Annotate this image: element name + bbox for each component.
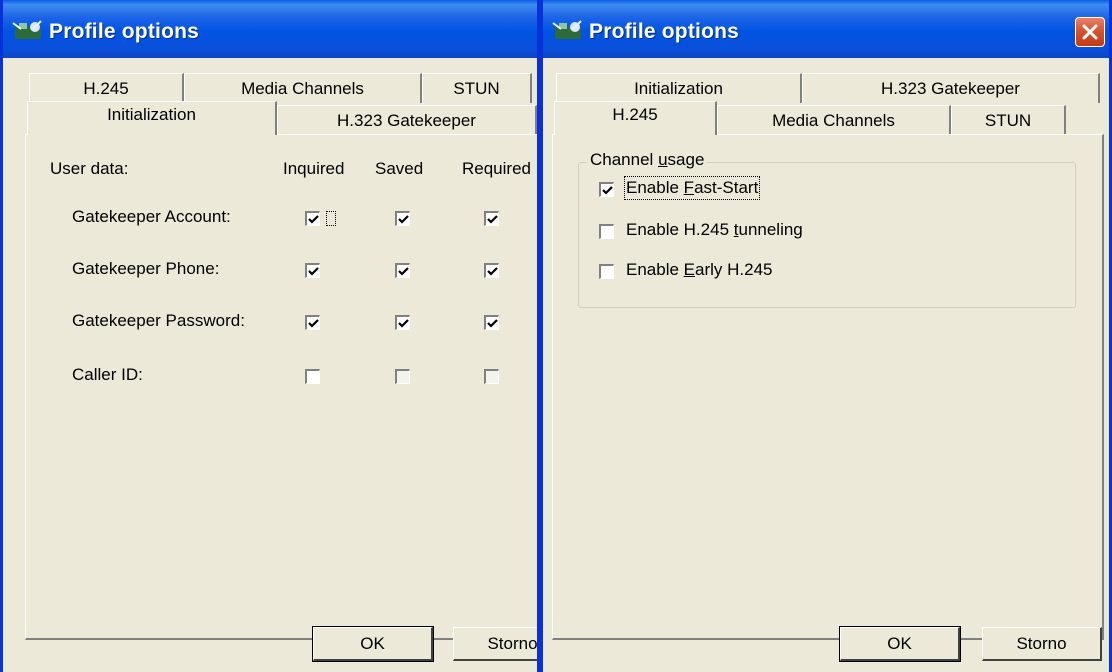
row-label: Gatekeeper Phone: [72,259,220,278]
tab-label: STUN [984,111,1032,130]
checkmark-icon [308,215,319,224]
checkmark-icon [487,319,498,328]
h245-panel: Channel usage Enable Fast-Start Enable H.… [552,134,1104,640]
tab-initialization[interactable]: Initialization [27,101,277,135]
legend-text: Channel [590,150,659,169]
saved-header: Saved [375,159,424,178]
network-phone-icon [552,20,582,39]
tab-initialization[interactable]: Initialization [556,73,802,103]
profile-options-window-left: Profile options H.245 Media Channels STU… [0,0,540,672]
option-checkbox[interactable] [599,182,614,197]
close-icon [1082,24,1098,40]
tab-h245[interactable]: H.245 [29,73,184,103]
channel-usage-legend: Channel usage [587,150,708,170]
tab-stun[interactable]: STUN [422,73,532,103]
required-checkbox[interactable] [484,211,499,226]
required-checkbox[interactable] [484,315,499,330]
legend-text: sage [667,150,705,169]
tab-h323-gatekeeper[interactable]: H.323 Gatekeeper [802,73,1100,103]
initialization-panel: User data: Inquired Saved Required Gatek… [25,134,537,640]
window-title: Profile options [589,20,739,43]
tab-label: STUN [453,79,500,98]
saved-checkbox[interactable] [395,211,410,226]
tab-label: H.323 Gatekeeper [881,79,1020,98]
tab-h323-gatekeeper[interactable]: H.323 Gatekeeper [277,105,537,135]
tab-label: Initialization [634,79,723,98]
required-checkbox[interactable] [484,263,499,278]
inquired-header: Inquired [283,159,345,178]
option-label[interactable]: Enable Early H.245 [626,260,773,280]
profile-options-window-right: Profile options Initialization H.323 Gat… [540,0,1112,672]
title-bar[interactable]: Profile options [543,0,1109,58]
saved-checkbox[interactable] [395,369,410,384]
tab-media-channels[interactable]: Media Channels [717,105,951,135]
option-label[interactable]: Enable H.245 tunneling [626,220,803,240]
checkmark-icon [308,319,319,328]
checkmark-icon [398,267,409,276]
option-accel: F [683,178,695,197]
required-checkbox[interactable] [484,369,499,384]
close-button[interactable] [1075,17,1105,47]
option-text: unneling [738,220,803,239]
tab-label: Media Channels [241,79,364,98]
row-label: Caller ID: [72,365,143,384]
row-label: Gatekeeper Password: [72,311,245,330]
option-label[interactable]: Enable Fast-Start [623,176,761,200]
storno-button[interactable]: Storno [982,627,1102,661]
checkmark-icon [487,215,498,224]
tab-label: H.245 [612,105,658,124]
tab-stun[interactable]: STUN [951,105,1066,135]
ok-button[interactable]: OK [839,626,961,662]
focus-indicator [326,211,336,226]
option-text: ast-Start [694,178,759,197]
option-checkbox[interactable] [599,264,614,279]
legend-accel: u [658,150,668,169]
tab-label: Media Channels [772,111,895,130]
saved-checkbox[interactable] [395,263,410,278]
row-label: Gatekeeper Account: [72,207,231,226]
tab-label: Initialization [107,105,196,124]
window-title: Profile options [49,20,199,43]
tab-label: H.323 Gatekeeper [337,111,476,130]
option-text: Enable H.245 [626,220,734,239]
inquired-checkbox[interactable] [305,369,320,384]
storno-button[interactable]: Storno [453,627,537,661]
option-text: Enable [626,260,684,279]
checkmark-icon [398,215,409,224]
tab-h245[interactable]: H.245 [554,101,717,135]
tab-media-channels[interactable]: Media Channels [184,73,422,103]
checkmark-icon [602,186,613,195]
option-text: arly H.245 [695,260,773,279]
network-phone-icon [12,20,42,39]
checkmark-icon [308,267,319,276]
inquired-checkbox[interactable] [305,263,320,278]
title-bar[interactable]: Profile options [3,0,537,58]
inquired-checkbox[interactable] [305,211,320,226]
inquired-checkbox[interactable] [305,315,320,330]
tab-label: H.245 [83,79,129,98]
checkmark-icon [398,319,409,328]
checkmark-icon [487,267,498,276]
user-data-label: User data: [50,159,129,178]
ok-button[interactable]: OK [312,626,434,662]
option-text: Enable [626,178,684,197]
saved-checkbox[interactable] [395,315,410,330]
option-checkbox[interactable] [599,224,614,239]
option-accel: E [683,260,696,279]
required-header: Required [462,159,531,178]
